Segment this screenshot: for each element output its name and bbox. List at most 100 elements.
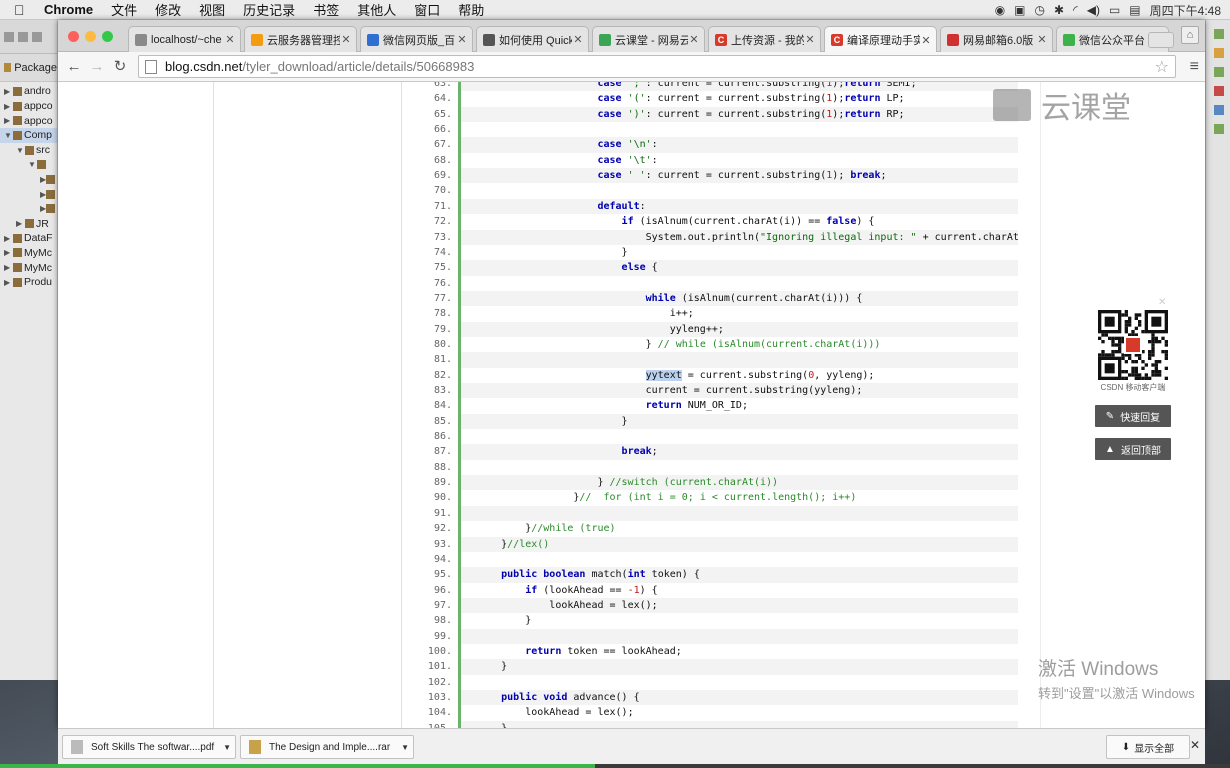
wifi-icon[interactable]: ◜ [1073,3,1078,17]
qr-close-icon[interactable]: ✕ [1158,297,1166,308]
menu-help[interactable]: 帮助 [458,0,484,19]
browser-tab[interactable]: localhost/~che ✕ [128,26,241,52]
tab-close-icon[interactable]: ✕ [1036,33,1048,46]
menu-people[interactable]: 其他人 [357,0,396,19]
download-item-rar[interactable]: The Design and Imple....rar ▼ [240,735,414,759]
tab-close-icon[interactable]: ✕ [804,33,816,46]
back-icon[interactable]: ← [64,57,84,77]
menu-app-name[interactable]: Chrome [44,2,93,17]
screen-icon[interactable]: ▣ [1014,3,1025,17]
tree-node[interactable]: ▼ Comp [0,128,57,143]
browser-tab[interactable]: 微信网页版_百 ✕ [360,26,473,52]
browser-tab[interactable]: 如何使用 Quick ✕ [476,26,589,52]
tree-node[interactable]: ▶ MyMc [0,246,57,261]
zoom-window-icon[interactable] [102,31,113,42]
download-menu-arrow-icon[interactable]: ▼ [401,743,409,752]
tree-node[interactable]: ▶ MyMc [0,260,57,275]
tab-close-icon[interactable]: ✕ [688,33,700,46]
tab-favicon-icon: C [715,33,727,46]
tab-close-icon[interactable]: ✕ [572,33,584,46]
chevron-right-icon[interactable]: ▶ [16,219,25,228]
new-tab-button[interactable] [1148,32,1174,48]
profile-icon[interactable]: ⌂ [1181,26,1199,44]
menu-history[interactable]: 历史记录 [243,0,295,19]
minimize-window-icon[interactable] [85,31,96,42]
code-token: ' ' [627,170,646,182]
menubar-clock[interactable]: 周四下午4:48 [1150,2,1221,19]
tree-node[interactable]: ▶ DataF [0,231,57,246]
task-icon[interactable] [1214,48,1224,58]
flag-icon[interactable]: ▤ [1129,3,1140,17]
chevron-right-icon[interactable]: ▶ [4,116,13,125]
watermark-text: 云课堂 [1041,92,1131,125]
volume-icon[interactable]: ◀) [1087,3,1100,17]
tree-node[interactable]: ▶ [0,172,57,187]
tab-close-icon[interactable]: ✕ [340,33,352,46]
tab-close-icon[interactable]: ✕ [224,33,236,46]
tab-title: 网易邮箱6.0版 [963,34,1034,47]
show-all-downloads-button[interactable]: ⬇ 显示全部 [1106,735,1190,759]
code-token: ); [832,108,845,120]
menu-edit[interactable]: 修改 [155,0,181,19]
menu-bookmarks[interactable]: 书签 [313,0,339,19]
bluetooth-icon[interactable]: ✱ [1054,3,1064,17]
chevron-right-icon[interactable]: ▶ [4,234,13,243]
line-number: 98. [433,615,452,627]
download-menu-arrow-icon[interactable]: ▼ [223,743,231,752]
search-view-icon[interactable] [1214,105,1224,115]
save-icon[interactable] [18,31,28,42]
download-item-pdf[interactable]: Soft Skills The softwar....pdf ▼ [62,735,236,759]
chevron-down-icon[interactable]: ▼ [28,160,37,169]
debug-icon[interactable] [1214,124,1224,134]
tree-node[interactable]: ▶ JR [0,216,57,231]
tab-close-icon[interactable]: ✕ [456,33,468,46]
chevron-right-icon[interactable]: ▶ [4,102,13,111]
browser-tab[interactable]: C 上传资源 - 我的 ✕ [708,26,821,52]
close-window-icon[interactable] [68,31,79,42]
code-token: i++; [669,308,694,320]
outline-icon[interactable] [1214,29,1224,39]
chevron-right-icon[interactable]: ▶ [4,263,13,272]
time-machine-icon[interactable]: ◷ [1035,3,1045,17]
bookmark-star-icon[interactable]: ☆ [1155,57,1169,77]
code-area[interactable]: case ';': current = current.substring(1)… [461,82,1018,728]
tree-node[interactable]: ▶ [0,187,57,202]
battery-icon[interactable]: ▭ [1109,3,1120,17]
chevron-right-icon[interactable]: ▶ [4,278,13,287]
record-icon[interactable]: ◉ [995,3,1005,17]
chevron-down-icon[interactable]: ▼ [4,131,13,140]
close-download-shelf-icon[interactable]: ✕ [1190,738,1200,752]
chrome-menu-icon[interactable]: ≡ [1190,58,1199,76]
tree-node[interactable]: ▼ [0,157,57,172]
console-icon[interactable] [1214,67,1224,77]
reload-icon[interactable]: ↻ [110,57,130,77]
tree-node[interactable]: ▶ andro [0,84,57,99]
package-explorer-tab[interactable]: Package [0,54,57,82]
tree-node[interactable]: ▶ appco [0,113,57,128]
menu-view[interactable]: 视图 [199,0,225,19]
forward-icon[interactable]: → [87,57,107,77]
chevron-down-icon[interactable]: ▼ [16,146,25,155]
menu-file[interactable]: 文件 [111,0,137,19]
menu-window[interactable]: 窗口 [414,0,440,19]
browser-tab[interactable]: 云课堂 - 网易云 ✕ [592,26,705,52]
tab-close-icon[interactable]: ✕ [920,34,932,47]
back-to-top-button[interactable]: ▲ 返回顶部 [1095,438,1171,460]
apple-icon[interactable]:  [14,2,34,18]
problems-icon[interactable] [1214,86,1224,96]
new-file-icon[interactable] [4,31,14,42]
quick-reply-button[interactable]: ✎ 快速回复 [1095,405,1171,427]
browser-tab[interactable]: 网易邮箱6.0版 ✕ [940,26,1053,52]
browser-tab[interactable]: C 编译原理动手实 ✕ [824,26,937,53]
tree-node[interactable]: ▶ appco [0,99,57,114]
browser-tab[interactable]: 云服务器管理控 ✕ [244,26,357,52]
chevron-right-icon[interactable]: ▶ [4,87,13,96]
tree-node-label: src [36,144,50,157]
chevron-right-icon[interactable]: ▶ [4,248,13,257]
print-icon[interactable] [32,31,42,42]
tree-node[interactable]: ▼ src [0,143,57,158]
code-line: yyleng++; [461,321,1018,337]
tree-node[interactable]: ▶ [0,202,57,217]
address-bar[interactable]: blog.csdn.net/tyler_download/article/det… [138,55,1176,78]
tree-node[interactable]: ▶ Produ [0,275,57,290]
